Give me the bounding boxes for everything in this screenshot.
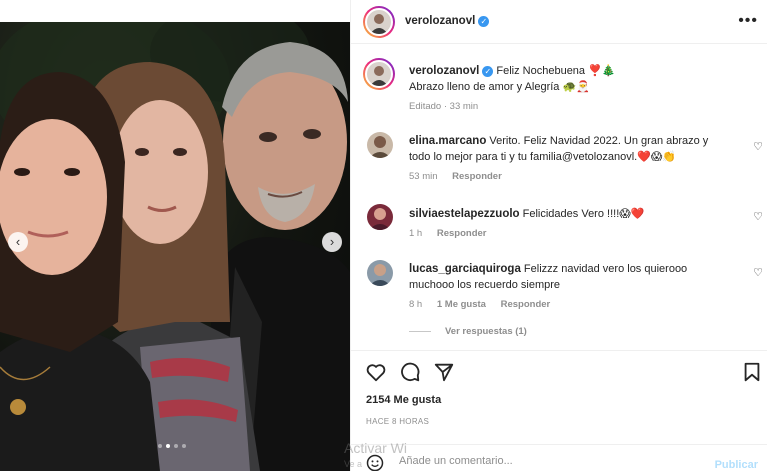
comment: elina.marcano Verito. Feliz Navidad 2022… xyxy=(409,133,729,182)
caption: verolozanovl ✓ Feliz Nochebuena ❣️🎄 Abraz… xyxy=(409,63,749,112)
post-actions-bar xyxy=(351,350,767,390)
comment-time: 8 h xyxy=(409,299,423,310)
carousel-dot-active xyxy=(166,444,170,448)
comment: silviaestelapezzuolo Felicidades Vero !!… xyxy=(409,206,729,239)
chevron-left-icon: ‹ xyxy=(15,234,21,249)
view-replies-button[interactable]: Ver respuestas (1) xyxy=(409,326,527,337)
reply-button[interactable]: Responder xyxy=(437,228,487,239)
caption-edited: Editado · 33 min xyxy=(409,101,479,112)
chevron-right-icon: › xyxy=(329,234,335,249)
reply-button[interactable]: Responder xyxy=(501,299,551,310)
caption-text-line2: Abrazo lleno de amor y Alegría 🐢🎅 xyxy=(409,81,590,93)
post-header: verolozanovl ✓ ••• xyxy=(351,0,767,44)
author-username[interactable]: verolozanovl xyxy=(405,15,475,27)
post-photo-carousel[interactable]: ‹ › xyxy=(0,0,350,471)
comment-username[interactable]: elina.marcano xyxy=(409,135,486,147)
view-replies-label: Ver respuestas (1) xyxy=(445,326,527,337)
caption-username[interactable]: verolozanovl xyxy=(409,65,479,77)
verified-badge-icon: ✓ xyxy=(478,16,490,27)
carousel-dot xyxy=(174,444,178,448)
carousel-dot xyxy=(182,444,186,448)
comment-avatar[interactable] xyxy=(367,132,393,158)
post-timestamp: HACE 8 HORAS xyxy=(366,417,430,426)
divider xyxy=(409,331,431,332)
carousel-indicator xyxy=(158,444,186,448)
comment-avatar[interactable] xyxy=(367,260,393,286)
carousel-prev-button[interactable]: ‹ xyxy=(8,232,28,252)
more-horizontal-icon[interactable]: ••• xyxy=(738,12,758,30)
comment-input[interactable] xyxy=(399,455,679,467)
photo-illustration xyxy=(0,22,350,471)
reply-button[interactable]: Responder xyxy=(452,171,502,182)
share-icon[interactable] xyxy=(433,361,455,383)
comment: lucas_garciaquiroga Felizzz navidad vero… xyxy=(409,261,729,310)
comment-username[interactable]: lucas_garciaquiroga xyxy=(409,263,521,275)
comment-avatar[interactable] xyxy=(367,204,393,230)
bookmark-icon[interactable] xyxy=(741,361,763,383)
comment-like-heart-icon[interactable]: ♡ xyxy=(753,210,763,223)
comment-time: 1 h xyxy=(409,228,423,239)
post-details-panel: verolozanovl ✓ ••• verolozanovl ✓ Feliz No… xyxy=(350,0,767,471)
verified-badge-icon: ✓ xyxy=(482,66,494,77)
caption-text-line1: Feliz Nochebuena ❣️🎄 xyxy=(496,65,616,77)
windows-activation-watermark-sub: Ve a xyxy=(344,459,363,469)
comment-icon[interactable] xyxy=(399,361,421,383)
comment-like-heart-icon[interactable]: ♡ xyxy=(753,266,763,279)
likes-count[interactable]: 2154 Me gusta xyxy=(366,394,441,406)
comment-username[interactable]: silviaestelapezzuolo xyxy=(409,208,520,220)
caption-avatar[interactable] xyxy=(363,58,395,90)
comment-text: Felicidades Vero !!!!😱❤️ xyxy=(522,208,645,220)
author-avatar[interactable] xyxy=(363,6,395,38)
carousel-dot xyxy=(158,444,162,448)
comment-likes-count[interactable]: 1 Me gusta xyxy=(437,299,486,310)
comment-time: 53 min xyxy=(409,171,438,182)
windows-activation-watermark: Activar Wi xyxy=(344,440,407,456)
heart-icon[interactable] xyxy=(365,361,387,383)
photo-top-margin xyxy=(0,0,350,22)
comment-composer: Publicar xyxy=(351,444,767,471)
comment-like-heart-icon[interactable]: ♡ xyxy=(753,140,763,153)
publish-button[interactable]: Publicar xyxy=(715,459,758,471)
carousel-next-button[interactable]: › xyxy=(322,232,342,252)
post-photo xyxy=(0,22,350,471)
